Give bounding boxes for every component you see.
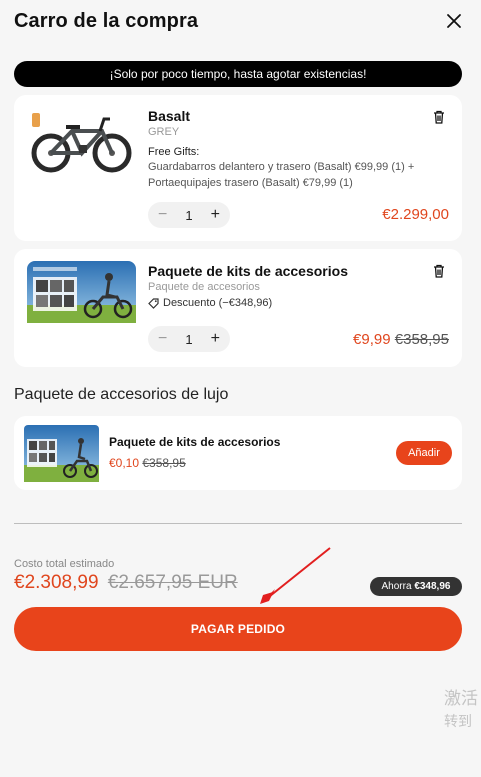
pay-order-button[interactable]: PAGAR PEDIDO bbox=[14, 607, 462, 651]
tag-icon bbox=[148, 297, 159, 309]
item-name: Paquete de kits de accesorios bbox=[148, 263, 348, 279]
accessories-thumbnail bbox=[27, 261, 136, 323]
quantity-stepper: − 1 + bbox=[148, 326, 230, 352]
decrease-button[interactable]: − bbox=[158, 330, 167, 348]
quantity-value: 1 bbox=[185, 207, 193, 223]
item-price: €9,99 €358,95 bbox=[353, 331, 449, 348]
discount-text: Descuento (−€348,96) bbox=[163, 297, 273, 309]
current-price: €0,10 bbox=[109, 456, 140, 470]
savings-amount: €348,96 bbox=[414, 581, 451, 592]
bike-thumbnail bbox=[31, 113, 132, 173]
savings-badge: Ahorra €348,96 bbox=[370, 577, 462, 596]
watermark: 激活 转到 bbox=[444, 688, 478, 732]
add-button[interactable]: Añadir bbox=[396, 441, 452, 465]
upsell-name: Paquete de kits de accesorios bbox=[109, 435, 281, 449]
cart-item-basalt: Basalt GREY Free Gifts: Guardabarros del… bbox=[14, 95, 462, 241]
divider bbox=[14, 523, 462, 524]
cart-item-accessories: Paquete de kits de accesorios Paquete de… bbox=[14, 249, 462, 367]
upsell-thumbnail bbox=[24, 425, 99, 482]
upsell-item: Paquete de kits de accesorios €0,10 €358… bbox=[14, 416, 462, 490]
trash-icon[interactable] bbox=[433, 264, 445, 278]
total-label: Costo total estimado bbox=[14, 558, 115, 570]
total-row: €2.308,99 €2.657,95 EUR bbox=[14, 572, 238, 594]
quantity-stepper: − 1 + bbox=[148, 202, 230, 228]
total-price: €2.308,99 bbox=[14, 572, 99, 593]
quantity-value: 1 bbox=[185, 331, 193, 347]
page-title: Carro de la compra bbox=[14, 10, 199, 32]
gifts-description: Guardabarros delantero y trasero (Basalt… bbox=[148, 161, 415, 189]
item-variant: Paquete de accesorios bbox=[148, 281, 260, 293]
savings-prefix: Ahorra bbox=[381, 581, 412, 592]
old-price: €358,95 bbox=[394, 331, 449, 348]
upsell-section-title: Paquete de accesorios de lujo bbox=[14, 386, 229, 403]
arrow-annotation-icon bbox=[260, 547, 331, 604]
item-variant: GREY bbox=[148, 126, 180, 138]
watermark-line1: 激活 bbox=[444, 689, 478, 708]
close-icon[interactable] bbox=[445, 12, 463, 30]
watermark-line2: 转到 bbox=[444, 713, 472, 729]
trash-icon[interactable] bbox=[433, 110, 445, 124]
decrease-button[interactable]: − bbox=[158, 206, 167, 224]
old-price: €358,95 bbox=[142, 456, 186, 470]
upsell-price: €0,10 €358,95 bbox=[109, 456, 186, 470]
cart-header: Carro de la compra bbox=[14, 10, 467, 36]
increase-button[interactable]: + bbox=[211, 330, 220, 348]
item-name: Basalt bbox=[148, 108, 191, 124]
old-total-price: €2.657,95 EUR bbox=[107, 572, 238, 593]
promo-banner: ¡Solo por poco tiempo, hasta agotar exis… bbox=[14, 61, 462, 87]
increase-button[interactable]: + bbox=[211, 206, 220, 224]
item-price: €2.299,00 bbox=[382, 206, 449, 223]
discount-line: Descuento (−€348,96) bbox=[148, 297, 272, 309]
current-price: €9,99 bbox=[353, 331, 391, 348]
gifts-title: Free Gifts: bbox=[148, 146, 200, 158]
